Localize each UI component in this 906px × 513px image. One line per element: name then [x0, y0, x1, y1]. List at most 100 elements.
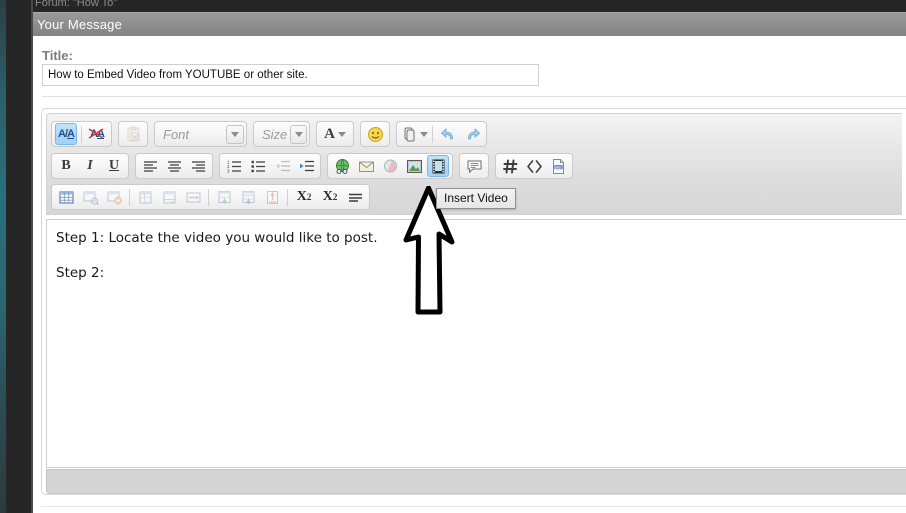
page-body: Title: A/A AA: [33, 36, 906, 513]
font-size-label: Size: [262, 126, 288, 142]
insert-cell-before-icon: [218, 190, 230, 204]
subscript-base: X: [296, 189, 307, 204]
insert-quote-icon[interactable]: [463, 155, 485, 177]
svg-text:W: W: [132, 135, 138, 141]
text-color-button[interactable]: A: [320, 123, 350, 145]
insert-html-icon[interactable]: [523, 155, 545, 177]
editor-status-bar: [46, 469, 906, 494]
merge-cells-icon[interactable]: [182, 186, 204, 208]
table-tools-group: X2 X2: [51, 184, 370, 210]
superscript-exponent: 2: [332, 192, 338, 202]
delete-cell-icon[interactable]: [261, 186, 283, 208]
spellcheck-toggle-icon[interactable]: A/A: [55, 123, 77, 145]
outdent-icon: [275, 160, 290, 171]
angle-brackets-icon: [526, 159, 542, 173]
undo-arrow-icon: [440, 127, 453, 139]
align-left-button[interactable]: [139, 155, 161, 177]
paperclip-icon: [404, 127, 414, 141]
delete-table-icon: [107, 191, 122, 204]
indent-button[interactable]: [295, 155, 317, 177]
table-icon: [59, 191, 73, 203]
paste-group: W: [118, 121, 148, 147]
toolbar-separator: [287, 188, 288, 206]
film-strip-icon: [432, 159, 444, 173]
delete-table-icon[interactable]: [103, 186, 125, 208]
insert-emoticon-icon[interactable]: [364, 123, 386, 145]
rich-text-editor: A/A AA W Font Size A B I U 1 2 3 php X 2…: [41, 108, 906, 495]
italic-button[interactable]: I: [79, 155, 101, 177]
align-right-button[interactable]: [187, 155, 209, 177]
forum-breadcrumb-bar: Forum: "How To": [33, 0, 906, 12]
underline-button[interactable]: U: [103, 155, 125, 177]
bottom-divider: [41, 506, 906, 507]
insert-video-icon[interactable]: [427, 155, 449, 177]
remove-link-icon[interactable]: [379, 155, 401, 177]
alignment-group: [135, 153, 213, 179]
spellcheck-off-icon[interactable]: AA: [86, 123, 108, 145]
unordered-list-button[interactable]: [247, 155, 269, 177]
subscript-button[interactable]: X2: [292, 186, 316, 208]
insert-image-icon[interactable]: [403, 155, 425, 177]
editor-content-area[interactable]: Step 1: Locate the video you would like …: [46, 219, 906, 468]
emoticon-group: [360, 121, 390, 147]
svg-text:3: 3: [227, 168, 230, 173]
superscript-button[interactable]: X2: [318, 186, 342, 208]
paste-from-word-icon[interactable]: W: [122, 123, 144, 145]
insert-cell-before-icon[interactable]: [213, 186, 235, 208]
indent-icon: [299, 160, 314, 171]
globe-link-icon: [335, 158, 349, 174]
insert-row-icon[interactable]: [134, 186, 156, 208]
ordered-list-button[interactable]: 123: [223, 155, 245, 177]
tooltip: Insert Video: [436, 188, 516, 209]
table-properties-icon: [83, 191, 98, 205]
outdent-button[interactable]: [271, 155, 293, 177]
tooltip-text: Insert Video: [444, 191, 508, 205]
toolbar-separator: [432, 125, 433, 143]
insert-cell-after-icon[interactable]: [237, 186, 259, 208]
insert-table-icon[interactable]: [55, 186, 77, 208]
globe-broken-icon: [383, 159, 397, 172]
italic-label: I: [87, 158, 93, 173]
align-left-icon: [143, 160, 157, 172]
numbered-list-icon: 123: [227, 159, 241, 173]
document-blank-line: [56, 249, 897, 262]
insert-media-group: [327, 153, 453, 179]
insert-column-icon[interactable]: [158, 186, 180, 208]
text-color-label: A: [324, 125, 335, 142]
page-title: Your Message: [37, 17, 123, 32]
horizontal-rule-button[interactable]: [344, 186, 366, 208]
font-size-select[interactable]: Size: [253, 121, 310, 147]
window-edge-dark-strip: [6, 0, 31, 513]
text-style-group: B I U: [51, 153, 129, 179]
insert-link-icon[interactable]: [331, 155, 353, 177]
title-input[interactable]: [42, 64, 539, 86]
title-label: Title:: [42, 48, 73, 63]
document-line: Step 1: Locate the video you would like …: [56, 230, 378, 246]
text-color-group: A: [316, 121, 354, 147]
insert-row-icon: [139, 191, 151, 203]
code-group: php: [495, 153, 573, 179]
insert-email-icon[interactable]: [355, 155, 377, 177]
app-window: Forum: "How To" Your Message Title: A/A: [0, 0, 906, 513]
superscript-base: X: [322, 189, 333, 204]
bold-button[interactable]: B: [55, 155, 77, 177]
table-properties-icon[interactable]: [79, 186, 101, 208]
bullet-list-icon: [251, 160, 265, 172]
insert-column-icon: [163, 191, 175, 203]
insert-code-icon[interactable]: [499, 155, 521, 177]
red-strike-overlay: [88, 128, 104, 139]
attach-file-icon[interactable]: [400, 123, 428, 145]
title-divider: [42, 96, 906, 97]
hash-icon: [502, 159, 517, 173]
merge-cells-icon: [186, 192, 200, 202]
redo-button[interactable]: [461, 123, 483, 145]
align-center-button[interactable]: [163, 155, 185, 177]
chevron-down-icon: [226, 124, 244, 144]
breadcrumb: Forum: "How To": [35, 0, 118, 9]
underline-label: U: [108, 158, 120, 173]
insert-php-icon[interactable]: php: [547, 155, 569, 177]
undo-button[interactable]: [437, 123, 459, 145]
chevron-down-icon: [290, 124, 307, 144]
font-family-select[interactable]: Font: [154, 121, 247, 147]
subscript-exponent: 2: [306, 192, 312, 202]
